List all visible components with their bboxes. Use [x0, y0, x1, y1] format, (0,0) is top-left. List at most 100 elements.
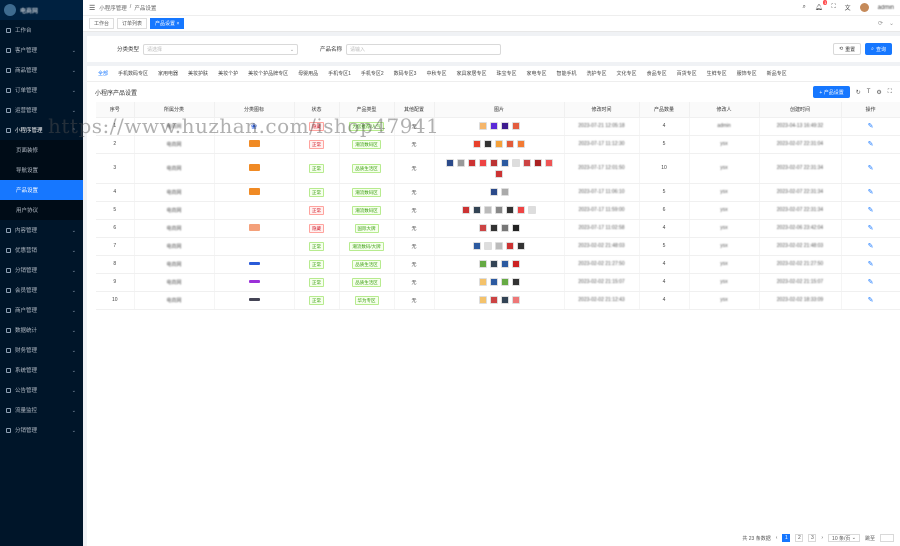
sidebar-item[interactable]: 流量监控 ⌄ [0, 400, 83, 420]
category-tab[interactable]: 家具家居专区 [451, 66, 491, 81]
edit-icon[interactable]: ✎ [868, 141, 874, 148]
sidebar-item[interactable]: 订单管理 ⌄ [0, 80, 83, 100]
sidebar-subitem[interactable]: 产品设置 [0, 180, 83, 200]
sidebar-item[interactable]: 内容管理 ⌄ [0, 220, 83, 240]
user-name[interactable]: admin [878, 5, 894, 11]
product-thumbnail[interactable] [522, 158, 531, 167]
page-1[interactable]: 1 [782, 534, 791, 542]
search-icon[interactable]: ⌕ [802, 4, 805, 11]
category-tab[interactable]: 手机专区2 [356, 66, 389, 81]
product-thumbnail[interactable] [506, 206, 514, 214]
product-thumbnail[interactable] [445, 158, 454, 167]
product-thumbnail[interactable] [495, 242, 503, 250]
breadcrumb-item[interactable]: 小程序管理 [99, 4, 127, 12]
category-tab[interactable]: 智能手机 [552, 66, 582, 81]
product-thumbnail[interactable] [462, 206, 470, 214]
close-icon[interactable]: × [176, 21, 179, 27]
product-thumbnail[interactable] [506, 242, 514, 250]
product-thumbnail[interactable] [484, 206, 492, 214]
category-tab[interactable]: 母婴用品 [293, 66, 323, 81]
sidebar-item[interactable]: 工作台 [0, 20, 83, 40]
refresh-icon[interactable]: ⟳ [878, 20, 883, 27]
edit-icon[interactable]: ✎ [868, 279, 874, 286]
page-3[interactable]: 3 [808, 534, 817, 542]
product-thumbnail[interactable] [456, 158, 465, 167]
category-tab[interactable]: 家用电器 [153, 66, 183, 81]
product-thumbnail[interactable] [533, 158, 542, 167]
edit-icon[interactable]: ✎ [868, 261, 874, 268]
app-logo[interactable]: 电商网 [0, 0, 83, 20]
product-thumbnail[interactable] [478, 122, 487, 130]
category-tab[interactable]: 手机专区1 [323, 66, 356, 81]
sidebar-item[interactable]: 优惠营销 ⌄ [0, 240, 83, 260]
sidebar-subitem[interactable]: 页面装修 [0, 140, 83, 160]
reset-button[interactable]: ⟲ 重置 [832, 43, 862, 55]
product-thumbnail[interactable] [500, 158, 509, 167]
bell-icon[interactable]: 🔔︎ [815, 0, 827, 11]
product-thumbnail[interactable] [489, 122, 498, 130]
product-thumbnail[interactable] [484, 140, 492, 148]
search-button[interactable]: ⌕ 查询 [865, 43, 892, 55]
sidebar-item[interactable]: 小程序管理 ⌃ [0, 120, 83, 140]
sidebar-item[interactable]: 商品管理 ⌄ [0, 60, 83, 80]
product-thumbnail[interactable] [506, 140, 514, 148]
chevron-down-icon[interactable]: ⌄ [889, 20, 894, 27]
sidebar-item[interactable]: 公告管理 ⌄ [0, 380, 83, 400]
fullscreen-icon[interactable]: ⛶ [888, 89, 892, 96]
category-tab[interactable]: 手机数码专区 [113, 66, 153, 81]
category-tab[interactable]: 百货专区 [672, 66, 702, 81]
product-thumbnail[interactable] [500, 122, 509, 130]
category-tab[interactable]: 新品专区 [762, 66, 792, 81]
category-tab[interactable]: 文化专区 [612, 66, 642, 81]
sidebar-item[interactable]: 分销管理 ⌄ [0, 420, 83, 440]
product-thumbnail[interactable] [478, 278, 487, 286]
product-thumbnail[interactable] [517, 242, 525, 250]
edit-icon[interactable]: ✎ [868, 207, 874, 214]
sidebar-item[interactable]: 运营管理 ⌄ [0, 100, 83, 120]
product-thumbnail[interactable] [473, 206, 481, 214]
sidebar-subitem[interactable]: 用户协议 [0, 200, 83, 220]
category-tab[interactable]: 全部 [93, 66, 114, 81]
product-thumbnail[interactable] [484, 242, 492, 250]
product-thumbnail[interactable] [473, 242, 481, 250]
product-thumbnail[interactable] [500, 296, 509, 304]
product-thumbnail[interactable] [500, 278, 509, 286]
product-thumbnail[interactable] [500, 224, 509, 232]
refresh-icon[interactable]: ↻ [856, 89, 861, 96]
next-page-icon[interactable]: › [821, 535, 823, 541]
product-thumbnail[interactable] [511, 278, 520, 286]
product-thumbnail[interactable] [478, 260, 487, 268]
sidebar-subitem[interactable]: 导航设置 [0, 160, 83, 180]
sidebar-item[interactable]: 分销管理 ⌄ [0, 260, 83, 280]
category-tab[interactable]: 服饰专区 [732, 66, 762, 81]
edit-icon[interactable]: ✎ [868, 165, 874, 172]
product-thumbnail[interactable] [467, 158, 476, 167]
category-tab[interactable]: 家电专区 [522, 66, 552, 81]
product-thumbnail[interactable] [511, 122, 520, 130]
page-2[interactable]: 2 [795, 534, 804, 542]
product-thumbnail[interactable] [528, 206, 536, 214]
settings-icon[interactable]: ⚙ [876, 89, 881, 96]
prev-page-icon[interactable]: ‹ [776, 535, 778, 541]
product-thumbnail[interactable] [478, 296, 487, 304]
product-thumbnail[interactable] [489, 158, 498, 167]
menu-fold-icon[interactable]: ☰ [89, 4, 95, 12]
product-thumbnail[interactable] [489, 224, 498, 232]
avatar[interactable] [859, 3, 869, 12]
product-thumbnail[interactable] [489, 260, 498, 268]
sidebar-item[interactable]: 商户管理 ⌄ [0, 300, 83, 320]
product-thumbnail[interactable] [517, 140, 525, 148]
column-height-icon[interactable]: T [867, 89, 871, 95]
tab-workbench[interactable]: 工作台 [89, 18, 115, 29]
product-name-input[interactable]: 请输入 [346, 43, 502, 55]
product-thumbnail[interactable] [544, 158, 553, 167]
product-thumbnail[interactable] [500, 260, 509, 268]
product-thumbnail[interactable] [495, 206, 503, 214]
product-thumbnail[interactable] [478, 158, 487, 167]
edit-icon[interactable]: ✎ [868, 189, 874, 196]
tab-order-list[interactable]: 订单列表 [117, 18, 148, 29]
category-tab[interactable]: 珠宝专区 [491, 66, 521, 81]
product-thumbnail[interactable] [489, 188, 498, 196]
product-thumbnail[interactable] [511, 260, 520, 268]
product-thumbnail[interactable] [478, 224, 487, 232]
